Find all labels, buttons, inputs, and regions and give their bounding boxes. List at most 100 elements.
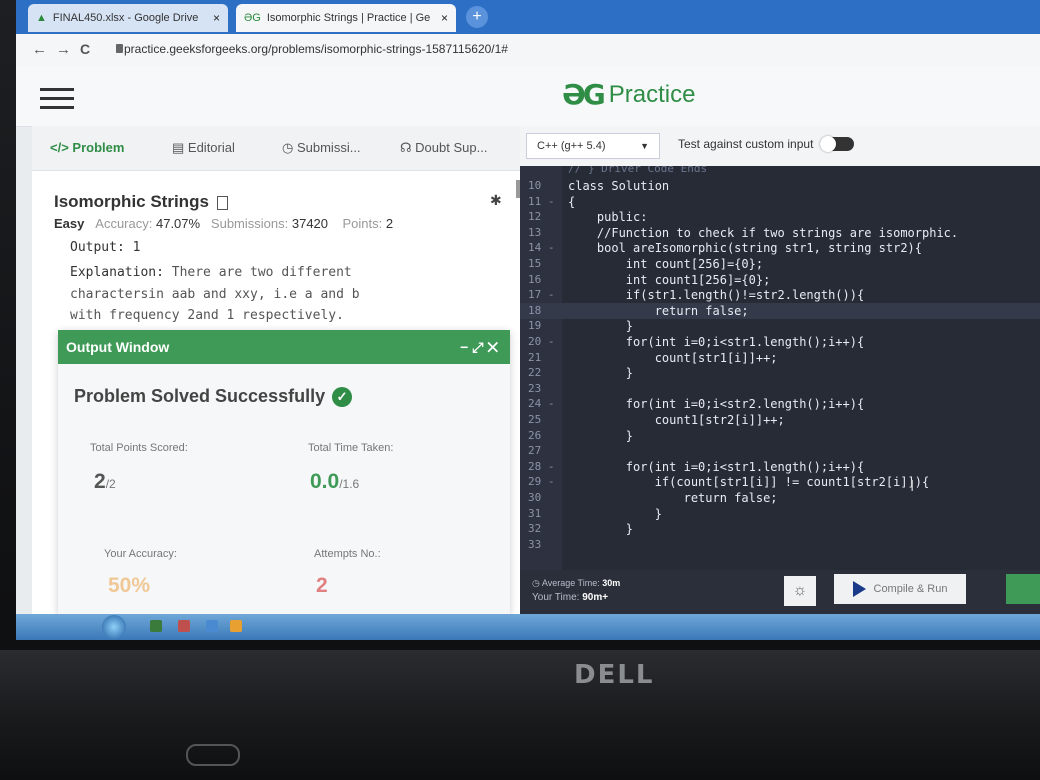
code-editor[interactable]: // } Driver Code Ends 10 class Solution 11… — [520, 166, 1040, 570]
back-icon[interactable]: ← — [32, 41, 47, 58]
close-tab-icon[interactable]: × — [213, 11, 220, 25]
code-line[interactable]: 27 — [520, 443, 1040, 459]
window-controls-icon[interactable]: − ⤢ ✕ — [460, 339, 498, 356]
code-text: } — [568, 366, 634, 381]
code-text: } — [568, 319, 634, 334]
code-line[interactable]: 31 } — [520, 506, 1040, 522]
clock-icon: ◷ — [532, 578, 542, 588]
code-line[interactable]: 23 — [520, 381, 1040, 397]
points-value: 2 — [385, 216, 394, 231]
code-line[interactable]: 20 - for(int i=0;i<str1.length();i++){ — [520, 334, 1040, 350]
report-bug-icon[interactable]: ✱ — [490, 192, 502, 209]
code-line[interactable]: 29 - if(count[str1[i]] != count1[str2[i]… — [520, 474, 1040, 490]
code-text: { — [568, 194, 576, 209]
code-line[interactable]: 17 - if(str1.length()!=str2.length()){ — [520, 287, 1040, 303]
problem-title: Isomorphic Strings — [54, 192, 228, 212]
start-button[interactable] — [102, 615, 126, 639]
line-number: 24 - — [528, 397, 555, 411]
line-number: 15 — [528, 257, 542, 270]
code-text: if(count[str1[i]] != count1[str2[i]]){ — [568, 475, 930, 490]
line-number: 10 — [528, 179, 542, 192]
example-explanation: Explanation: There are two different cha… — [70, 265, 360, 323]
code-text: public: — [568, 210, 648, 225]
code-text: for(int i=0;i<str1.length();i++){ — [568, 459, 865, 474]
gfg-logo-icon: ƏG — [562, 78, 606, 111]
code-line[interactable]: 22 } — [520, 365, 1040, 381]
code-line[interactable]: 32 } — [520, 521, 1040, 537]
code-text: } — [568, 506, 662, 521]
tab-doubt-support[interactable]: ☊ Doubt Sup... — [400, 140, 487, 156]
logo-text: Practice — [608, 80, 696, 108]
accuracy-result: 50% — [108, 574, 151, 597]
total-time-value: 0.0/1.6 — [310, 470, 360, 493]
code-line[interactable]: 26 } — [520, 428, 1040, 444]
code-text: return false; — [568, 303, 749, 318]
code-text: int count1[256]={0}; — [568, 272, 771, 287]
difficulty-badge: Easy — [54, 216, 85, 231]
code-line[interactable]: 15 int count[256]={0}; — [520, 256, 1040, 272]
code-line[interactable]: 24 - for(int i=0;i<str2.length();i++){ — [520, 396, 1040, 412]
tab-submissions[interactable]: ◷ Submissi... — [282, 140, 361, 156]
screen: ▲ FINAL450.xlsx - Google Drive × ƏG Isom… — [16, 0, 1040, 640]
code-line[interactable]: 33 — [520, 537, 1040, 553]
forward-icon[interactable]: → — [56, 41, 71, 58]
language-select[interactable]: C++ (g++ 5.4) ▼ — [526, 133, 660, 159]
code-line[interactable]: 18 return false; — [520, 302, 1040, 319]
line-number: 28 - — [528, 459, 555, 473]
line-number: 30 — [528, 491, 542, 504]
tab-editorial[interactable]: ▤ Editorial — [172, 140, 235, 156]
line-number: 26 — [528, 428, 542, 442]
total-points-value: 2/2 — [94, 470, 116, 493]
total-time-label: Total Time Taken: — [308, 442, 394, 454]
problem-tabs: </> Problem ▤ Editorial ◷ Submissi... ☊ … — [32, 126, 520, 171]
code-line[interactable]: 10 class Solution — [520, 178, 1040, 194]
taskbar-app-icon[interactable] — [150, 620, 162, 632]
new-tab-button[interactable]: + — [466, 6, 488, 28]
reload-icon[interactable]: C — [80, 41, 90, 57]
hamburger-menu-icon[interactable] — [40, 82, 74, 112]
line-number: 13 — [528, 225, 542, 239]
code-text: bool areIsomorphic(string str1, string s… — [568, 241, 923, 256]
taskbar-app-icon[interactable] — [178, 620, 190, 632]
tab-isomorphic-strings[interactable]: ƏG Isomorphic Strings | Practice | Ge × — [236, 4, 456, 32]
close-tab-icon[interactable]: × — [441, 11, 448, 25]
code-line[interactable]: 28 - for(int i=0;i<str1.length();i++){ — [520, 459, 1040, 475]
chevron-down-icon: ▼ — [640, 141, 649, 151]
line-number: 33 — [528, 537, 542, 551]
code-text: count1[str2[i]]++; — [568, 413, 785, 427]
url-input[interactable]: practice.geeksforgeeks.org/problems/isom… — [124, 42, 508, 56]
custom-input-label: Test against custom input — [678, 137, 814, 151]
theme-toggle-sun-icon[interactable]: ☼ — [784, 576, 816, 606]
bookmark-icon[interactable] — [216, 195, 228, 210]
tab-google-drive[interactable]: ▲ FINAL450.xlsx - Google Drive × — [28, 4, 228, 32]
line-number: 31 — [528, 506, 542, 520]
code-text: int count[256]={0}; — [568, 257, 764, 271]
line-number: 29 - — [528, 475, 555, 489]
compile-run-button[interactable]: Compile & Run — [834, 574, 966, 604]
line-number: 25 — [528, 413, 542, 426]
submit-button[interactable] — [1006, 574, 1040, 604]
code-line[interactable]: 13 //Function to check if two strings ar… — [520, 225, 1040, 241]
editor-footer: ◷ Average Time: 30m Your Time: 90m+ ☼ Co… — [520, 570, 1040, 616]
attempts-value: 2 — [316, 574, 328, 597]
taskbar-app-icon[interactable] — [230, 620, 242, 632]
taskbar-app-icon[interactable] — [206, 620, 218, 632]
code-line[interactable]: 12 public: — [520, 209, 1040, 225]
your-time: Your Time: 90m+ — [532, 592, 609, 603]
windows-taskbar — [16, 614, 1040, 640]
example-output: Output: 1 — [70, 240, 141, 255]
output-window-body: Problem Solved Successfully ✓ Total Point… — [58, 364, 510, 614]
custom-input-toggle[interactable] — [820, 136, 854, 152]
line-number: 19 — [528, 319, 542, 333]
code-fragment: // } Driver Code Ends — [568, 166, 708, 175]
code-line[interactable]: 25 count1[str2[i]]++; — [520, 412, 1040, 428]
code-line[interactable]: 11 - { — [520, 194, 1040, 210]
code-line[interactable]: 21 count[str1[i]]++; — [520, 350, 1040, 366]
code-line[interactable]: 16 int count1[256]={0}; — [520, 272, 1040, 288]
line-number: 22 — [528, 366, 542, 380]
code-line[interactable]: 30 return false; — [520, 490, 1040, 506]
code-line[interactable]: 14 - bool areIsomorphic(string str1, str… — [520, 240, 1040, 256]
tab-problem[interactable]: </> Problem — [50, 140, 124, 155]
site-logo[interactable]: ƏG Practice — [562, 78, 695, 111]
code-line[interactable]: 19 } — [520, 318, 1040, 334]
